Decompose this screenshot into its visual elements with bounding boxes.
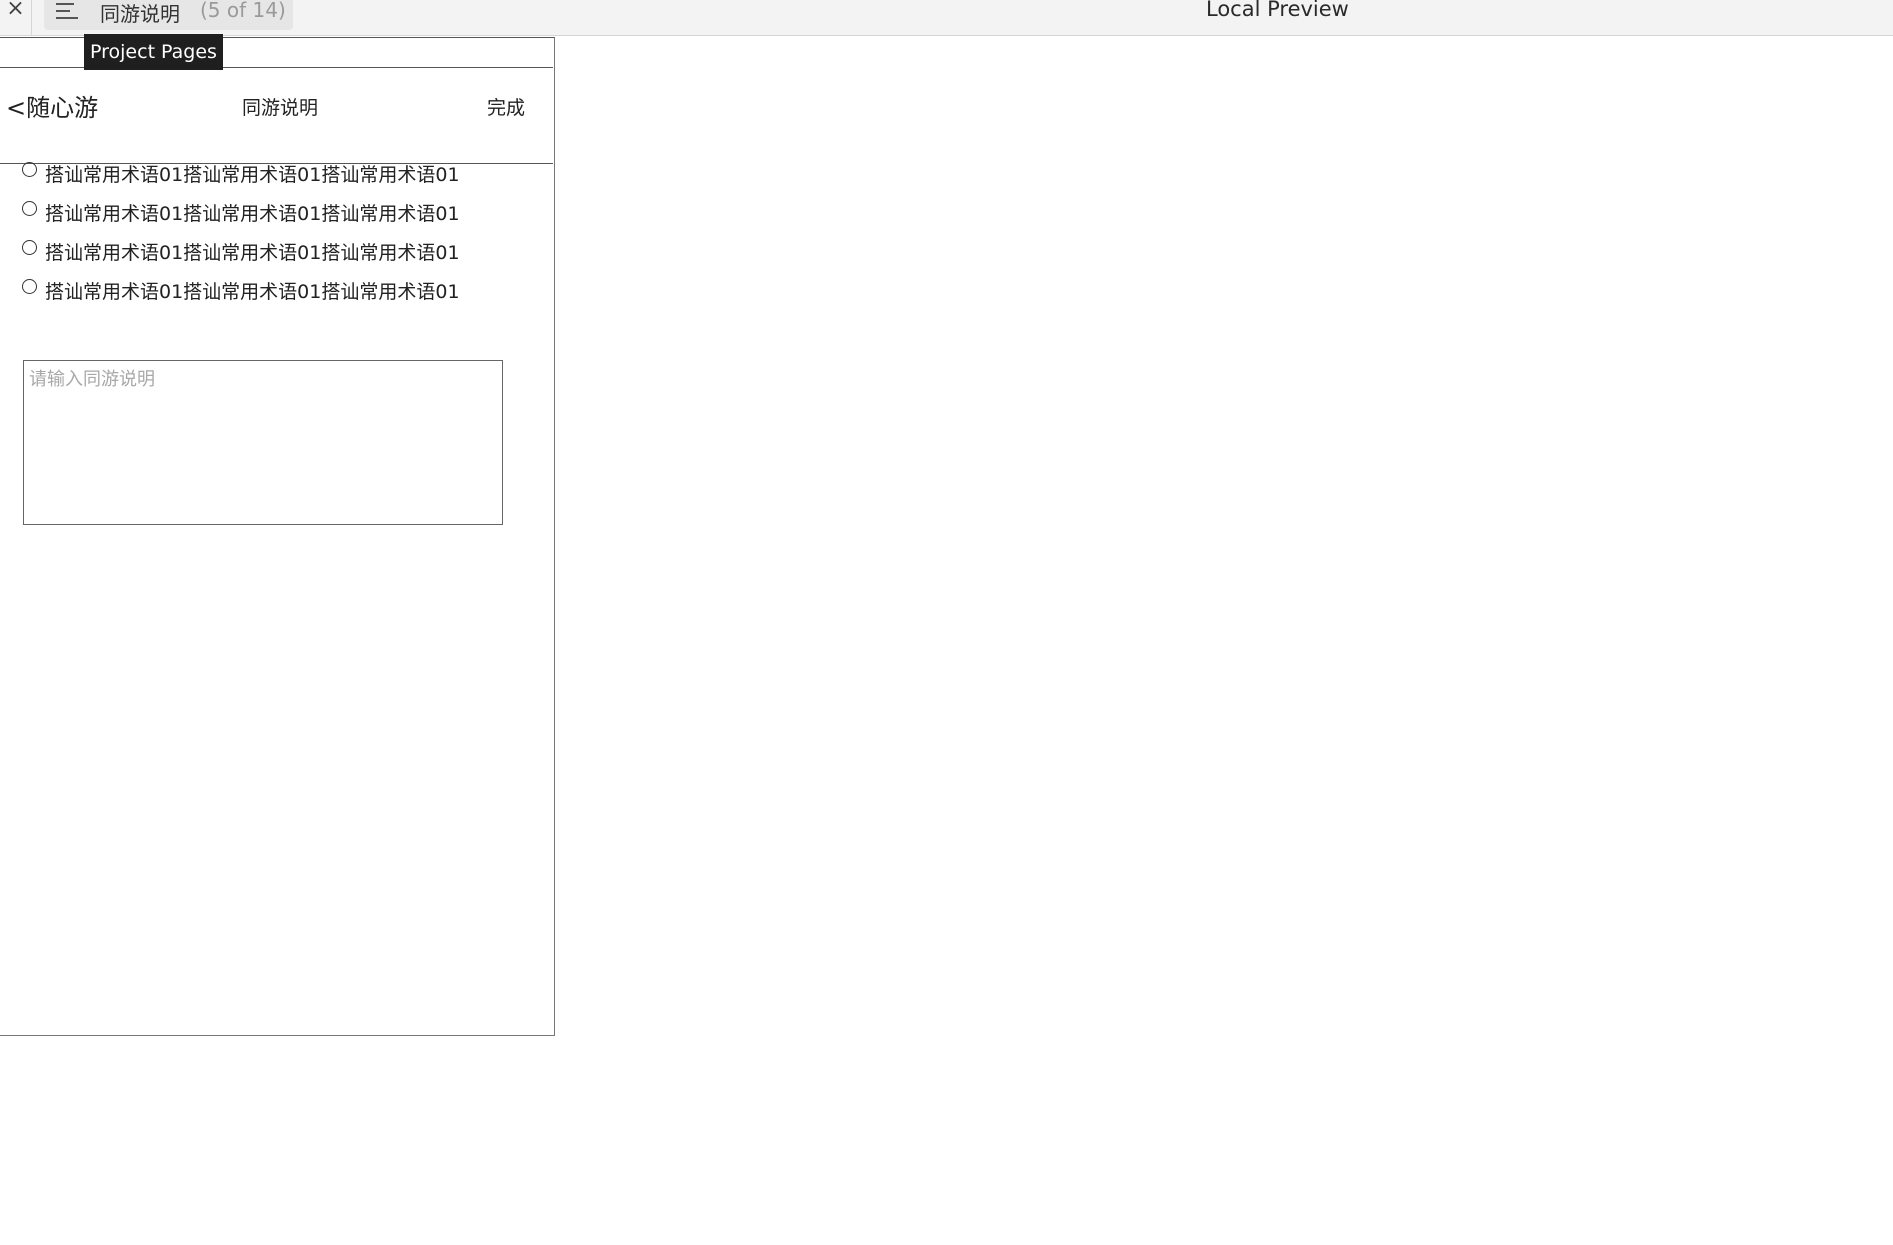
option-label: 搭讪常用术语01搭讪常用术语01搭讪常用术语01 [45,280,460,303]
radio-circle-icon[interactable] [22,239,37,255]
option-label: 搭讪常用术语01搭讪常用术语01搭讪常用术语01 [45,241,460,264]
option-radio-1[interactable]: 搭讪常用术语01搭讪常用术语01搭讪常用术语01 [22,158,460,188]
project-pages-button[interactable]: 同游说明 (5 of 14) [44,0,293,30]
done-button[interactable]: 完成 [487,93,525,120]
back-button[interactable]: <随心游 [6,88,98,123]
project-pages-tooltip: Project Pages [84,34,223,70]
option-radio-2[interactable]: 搭讪常用术语01搭讪常用术语01搭讪常用术语01 [22,197,460,227]
device-frame: <随心游 同游说明 完成 搭讪常用术语01搭讪常用术语01搭讪常用术语01 搭讪… [0,37,555,1036]
option-label: 搭讪常用术语01搭讪常用术语01搭讪常用术语01 [45,202,460,225]
close-icon: × [6,0,25,21]
preview-title: Local Preview [1206,0,1349,21]
option-radio-3[interactable]: 搭讪常用术语01搭讪常用术语01搭讪常用术语01 [22,236,460,266]
radio-circle-icon[interactable] [22,161,37,177]
description-textarea[interactable] [23,360,503,525]
option-label: 搭讪常用术语01搭讪常用术语01搭讪常用术语01 [45,163,460,186]
radio-circle-icon[interactable] [22,200,37,216]
current-page-name: 同游说明 [100,2,180,26]
close-button[interactable]: × [0,0,32,36]
menu-icon [56,2,80,22]
radio-circle-icon[interactable] [22,278,37,294]
page-title: 同游说明 [242,97,319,119]
preview-toolbar: × 同游说明 (5 of 14) Local Preview [0,0,1893,36]
option-radio-4[interactable]: 搭讪常用术语01搭讪常用术语01搭讪常用术语01 [22,275,460,305]
page-count: (5 of 14) [200,0,286,22]
